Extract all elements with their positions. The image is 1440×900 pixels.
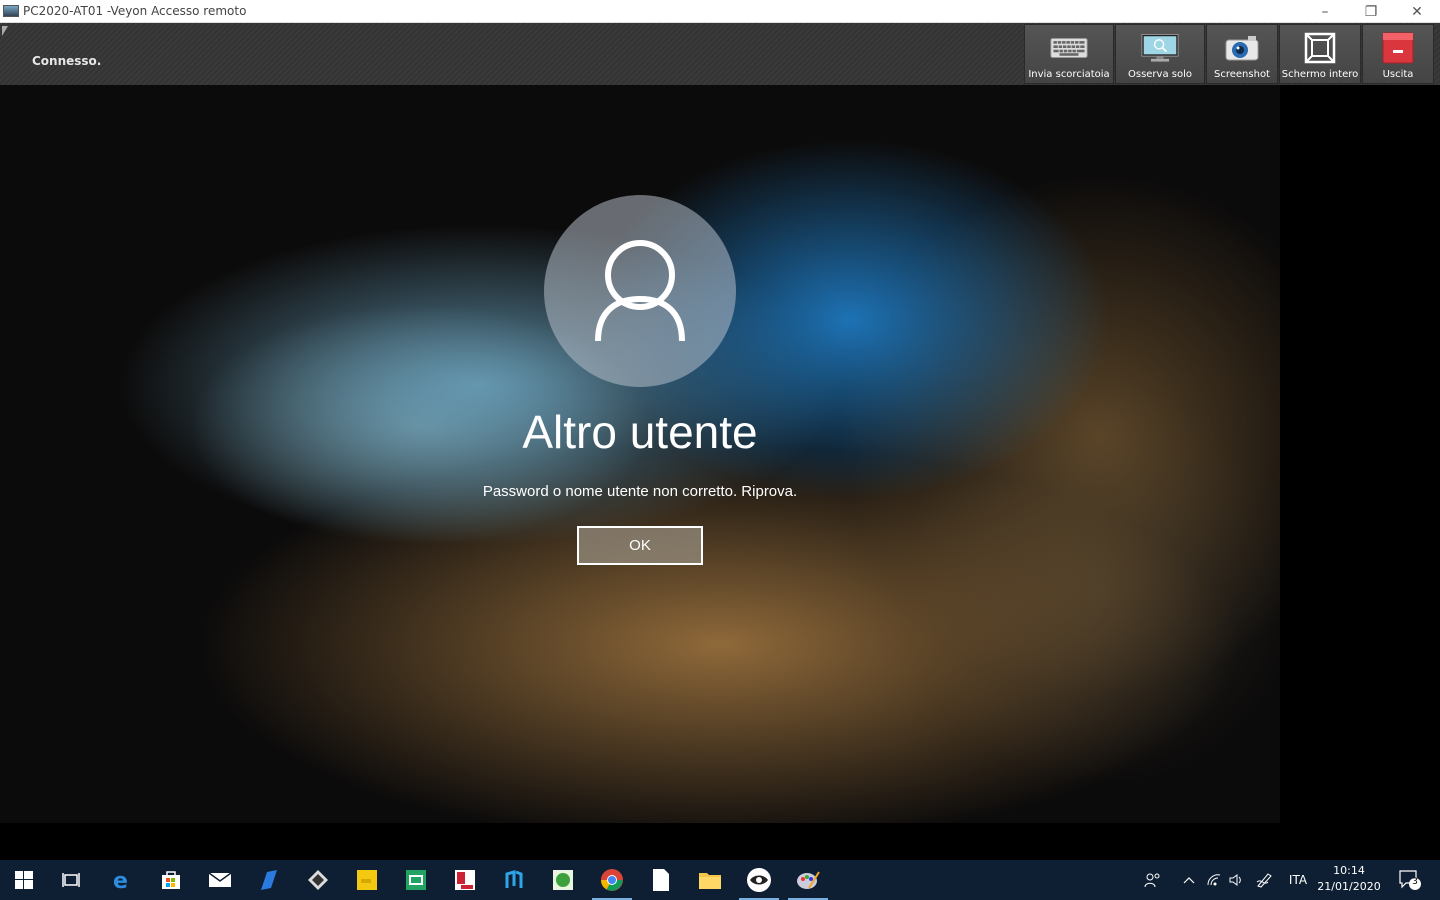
mail-icon[interactable] [196,860,244,900]
camera-icon [1223,33,1261,63]
user-icon [595,240,685,342]
veyon-toolbar: Connesso. Invia scorciatoia Osserva solo… [0,23,1440,85]
svg-text:e: e [113,869,128,892]
window-title-bar: PC2020-AT01 -Veyon Accesso remoto – ❐ ✕ [0,0,1440,23]
remote-screen[interactable]: Altro utente Password o nome utente non … [0,85,1280,823]
send-shortcut-button[interactable]: Invia scorciatoia [1024,24,1114,84]
people-icon[interactable] [1140,860,1166,900]
taskbar: e ITA 10:14 21/01/2020 3 [0,860,1440,900]
exit-label: Uscita [1382,69,1414,80]
veyon-eye-icon[interactable] [735,860,783,900]
clock-date: 21/01/2020 [1317,880,1381,893]
view-only-button[interactable]: Osserva solo [1115,24,1205,84]
sticky-notes-icon[interactable] [343,860,391,900]
fullscreen-label: Schermo intero [1281,69,1359,80]
pen-app-icon[interactable] [245,860,293,900]
paint-icon[interactable] [784,860,832,900]
send-shortcut-label: Invia scorciatoia [1028,69,1110,80]
exit-button[interactable]: Uscita [1362,24,1434,84]
start-icon[interactable] [0,860,48,900]
view-only-label: Osserva solo [1127,69,1192,80]
app-n-icon[interactable] [490,860,538,900]
maximize-button[interactable]: ❐ [1348,0,1394,23]
volume-icon[interactable] [1226,860,1248,900]
remote-screen-margin-bottom [0,823,1440,860]
login-error-message: Password o nome utente non corretto. Rip… [482,483,798,500]
close-button[interactable]: ✕ [1394,0,1440,23]
keyboard-icon [1050,33,1088,63]
clock-time: 10:14 [1333,864,1365,877]
screenshot-label: Screenshot [1214,69,1270,80]
media-app-icon[interactable] [441,860,489,900]
edge-icon[interactable]: e [98,860,146,900]
file-icon[interactable] [637,860,685,900]
connection-status: Connesso. [32,54,102,68]
username-label: Altro utente [522,406,758,458]
remote-cursor-icon [2,26,8,36]
pen-workspace-icon[interactable] [1254,860,1276,900]
task-view-icon[interactable] [48,860,96,900]
chevron-up-icon[interactable] [1178,860,1200,900]
monitor-view-icon [1141,33,1179,63]
window-title: PC2020-AT01 -Veyon Accesso remoto [23,4,247,18]
store-icon[interactable] [147,860,195,900]
language-indicator[interactable]: ITA [1284,860,1312,900]
ok-button[interactable]: OK [577,526,703,565]
action-center-icon[interactable]: 3 [1392,860,1428,900]
remote-screen-margin-right [1280,85,1440,823]
chrome-icon[interactable] [588,860,636,900]
veyon-app-icon [3,5,19,17]
app-leaf-icon[interactable] [539,860,587,900]
fullscreen-button[interactable]: Schermo intero [1279,24,1361,84]
minimize-button[interactable]: – [1302,0,1348,23]
user-avatar [544,195,736,387]
network-icon[interactable] [1203,860,1225,900]
notification-count: 3 [1412,877,1418,887]
screenshot-button[interactable]: Screenshot [1206,24,1278,84]
exit-icon [1379,32,1417,64]
app-green-icon[interactable] [392,860,440,900]
app-diamond-icon[interactable] [294,860,342,900]
clock[interactable]: 10:14 21/01/2020 [1314,863,1384,895]
fullscreen-icon [1301,32,1339,64]
folder-icon[interactable] [686,860,734,900]
